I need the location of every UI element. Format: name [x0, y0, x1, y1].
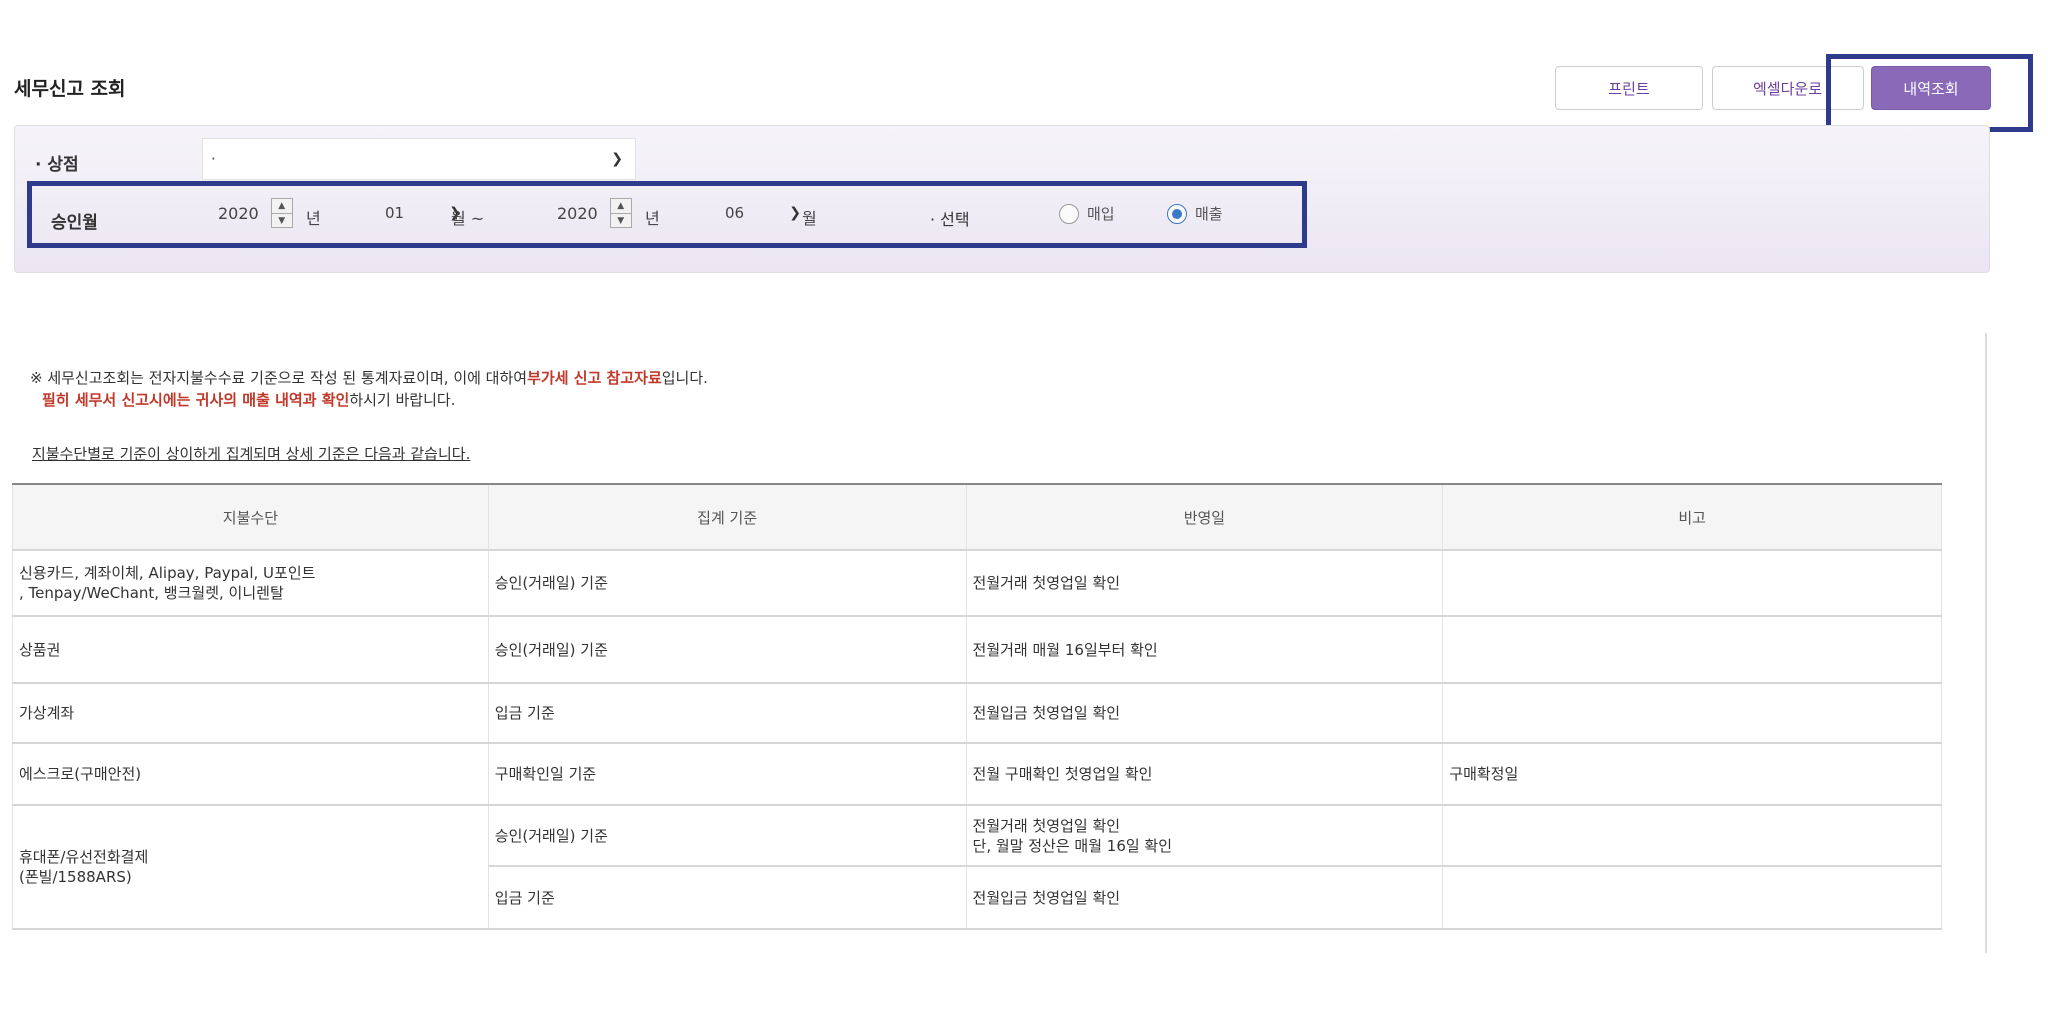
table-cell-date: 전월거래 첫영업일 확인: [965, 549, 1444, 617]
payment-method-table: 지불수단 집계 기준 반영일 비고 신용카드, 계좌이체, Alipay, Pa…: [12, 483, 1942, 930]
table-cell-basis: 구매확인일 기준: [487, 742, 967, 806]
table-row: 에스크로(구매안전) 구매확인일 기준 전월 구매확인 첫영업일 확인 구매확정…: [12, 742, 1942, 806]
scroll-divider: [1985, 333, 1987, 953]
table-cell-basis: 승인(거래일) 기준: [487, 615, 967, 684]
table-cell-basis: 입금 기준: [487, 682, 967, 744]
notice-highlight: 필히 세무서 신고시에는 귀사의 매출 내역과 확인: [42, 391, 350, 409]
table-row: 신용카드, 계좌이체, Alipay, Paypal, U포인트 , Tenpa…: [12, 549, 1942, 617]
table-cell-date: 전월 구매확인 첫영업일 확인: [965, 742, 1444, 806]
notice-line-1: ※ 세무신고조회는 전자지불수수료 기준으로 작성 된 통계자료이며, 이에 대…: [30, 368, 708, 388]
page-title: 세무신고 조회: [14, 78, 126, 100]
table-cell-basis: 입금 기준: [487, 865, 967, 930]
table-cell-method: 신용카드, 계좌이체, Alipay, Paypal, U포인트 , Tenpa…: [12, 549, 489, 617]
table-cell-date: 전월입금 첫영업일 확인: [965, 865, 1444, 930]
store-select[interactable]: · ❯: [202, 138, 636, 180]
table-cell-note: 구매확정일: [1442, 742, 1942, 806]
table-row: 가상계좌 입금 기준 전월입금 첫영업일 확인: [12, 682, 1942, 744]
table-cell-note: [1442, 865, 1942, 930]
highlight-box-search: [1826, 54, 2033, 132]
table-cell-note: [1442, 804, 1942, 867]
table-cell-method: 가상계좌: [12, 682, 489, 744]
notice-text: 입니다.: [661, 369, 708, 387]
table-row: 상품권 승인(거래일) 기준 전월거래 매월 16일부터 확인: [12, 615, 1942, 684]
column-header: 집계 기준: [487, 483, 967, 551]
table-row: 휴대폰/유선전화결제 (폰빌/1588ARS) 승인(거래일) 기준 전월거래 …: [12, 804, 1942, 930]
notice-line-2: 필히 세무서 신고시에는 귀사의 매출 내역과 확인하시기 바랍니다.: [42, 389, 455, 410]
table-cell-note: [1442, 549, 1942, 617]
column-header: 비고: [1442, 483, 1942, 551]
table-cell-note: [1442, 615, 1942, 684]
table-cell-date: 전월입금 첫영업일 확인: [965, 682, 1444, 744]
store-label: · 상점: [35, 155, 79, 175]
notice-text: ※ 세무신고조회는 전자지불수수료 기준으로 작성 된 통계자료이며, 이에 대…: [30, 369, 528, 387]
table-cell-note: [1442, 682, 1942, 744]
column-header: 반영일: [965, 483, 1444, 551]
column-header: 지불수단: [12, 483, 489, 551]
print-button[interactable]: 프린트: [1555, 66, 1703, 110]
notice-line-3: 지불수단별로 기준이 상이하게 집계되며 상세 기준은 다음과 같습니다.: [32, 445, 471, 463]
table-cell-date: 전월거래 매월 16일부터 확인: [965, 615, 1444, 684]
chevron-down-icon: ❯: [611, 151, 623, 167]
notice-text: 하시기 바랍니다.: [349, 391, 456, 409]
table-header-row: 지불수단 집계 기준 반영일 비고: [12, 483, 1942, 551]
table-cell-method: 휴대폰/유선전화결제 (폰빌/1588ARS): [12, 804, 489, 930]
table-cell-basis: 승인(거래일) 기준: [487, 804, 967, 867]
table-cell-basis: 승인(거래일) 기준: [487, 549, 967, 617]
highlight-box-period: [27, 181, 1307, 248]
store-select-value: ·: [211, 150, 216, 168]
notice-highlight: 부가세 신고 참고자료: [527, 369, 662, 387]
table-cell-method: 에스크로(구매안전): [12, 742, 489, 806]
table-cell-date: 전월거래 첫영업일 확인 단, 월말 정산은 매월 16일 확인: [965, 804, 1444, 867]
table-cell-method: 상품권: [12, 615, 489, 684]
